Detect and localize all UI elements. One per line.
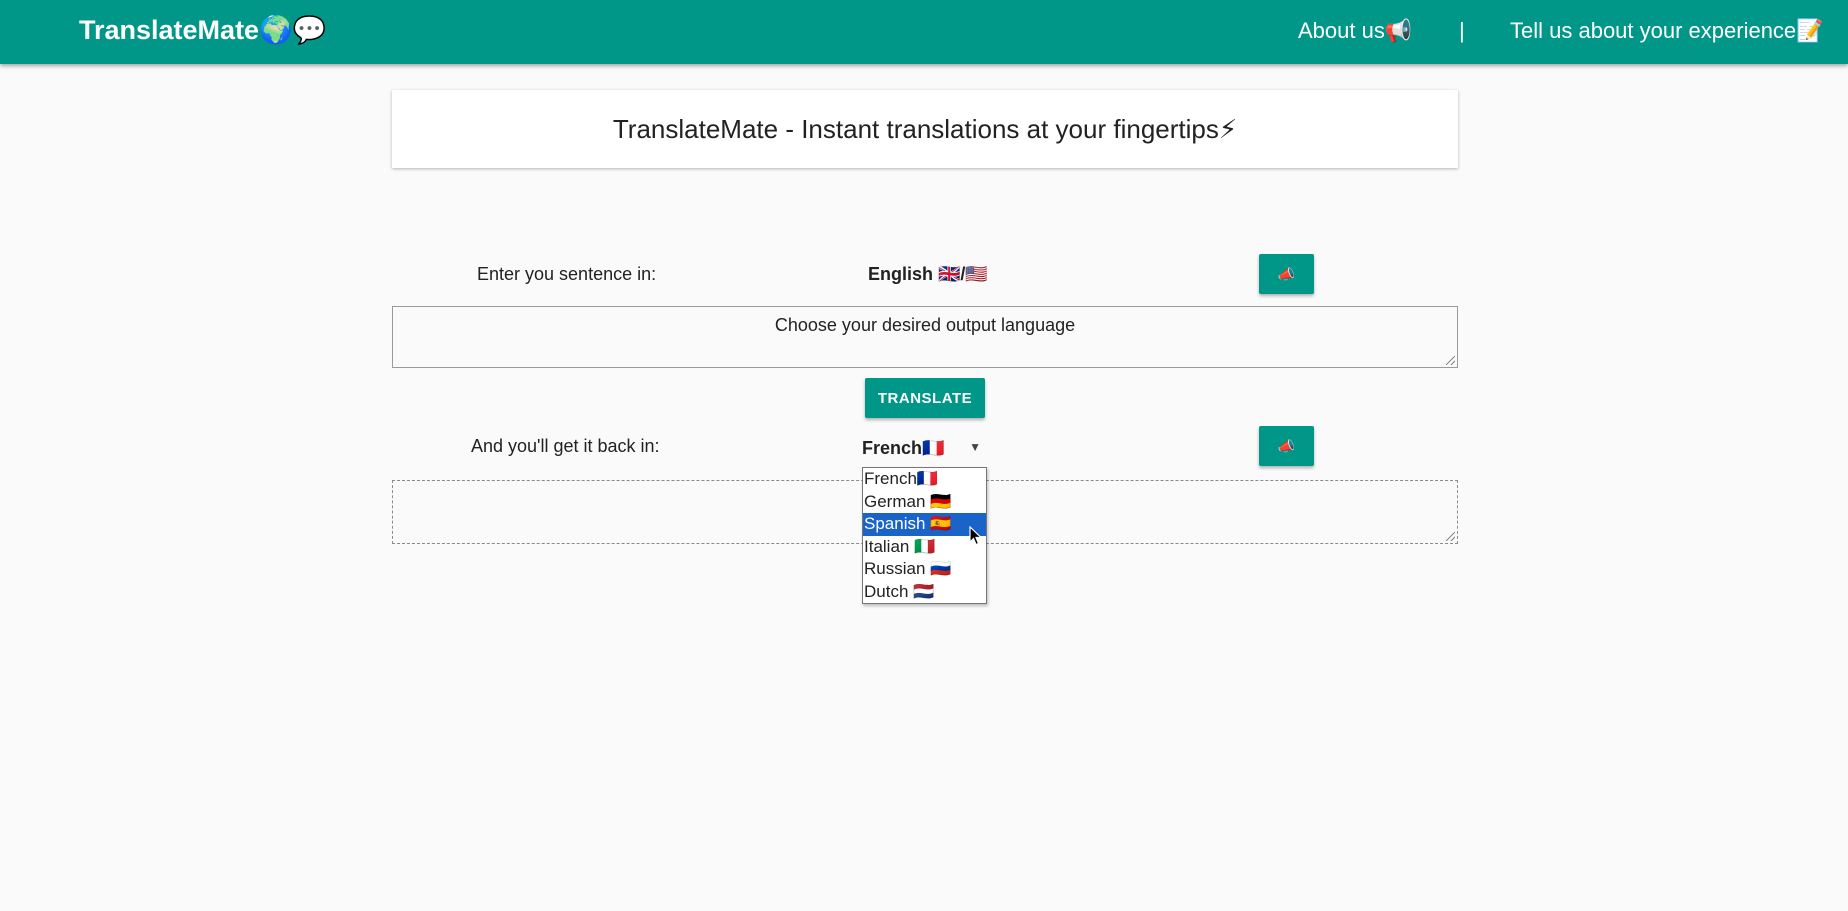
selected-language-value: French🇫🇷 <box>862 438 945 458</box>
resize-handle-icon[interactable] <box>1446 532 1455 541</box>
speak-output-button[interactable]: 📣 <box>1259 426 1314 466</box>
nav-about-us-link[interactable]: About us📢 <box>1298 18 1412 44</box>
dropdown-option-french[interactable]: French🇫🇷 <box>863 468 986 491</box>
output-language-select[interactable]: French🇫🇷 ▼ <box>862 434 987 470</box>
resize-handle-icon[interactable] <box>1446 356 1455 365</box>
dropdown-option-russian[interactable]: Russian 🇷🇺 <box>863 558 986 581</box>
chevron-down-icon: ▼ <box>969 440 981 454</box>
source-language-name: English 🇬🇧/🇺🇸 <box>868 264 988 284</box>
nav-feedback-link[interactable]: Tell us about your experience📝 <box>1510 18 1824 44</box>
header-card: TranslateMate - Instant translations at … <box>392 90 1458 168</box>
top-navbar: TranslateMate🌍💬 About us📢 | Tell us abou… <box>0 0 1848 64</box>
megaphone-icon: 📣 <box>1277 437 1296 454</box>
source-text-input[interactable]: Choose your desired output language <box>392 306 1458 368</box>
megaphone-icon: 📣 <box>1277 265 1296 282</box>
dropdown-option-dutch[interactable]: Dutch 🇳🇱 <box>863 581 986 604</box>
nav-separator: | <box>1459 18 1465 43</box>
page-title: TranslateMate - Instant translations at … <box>612 113 1238 144</box>
dropdown-option-spanish[interactable]: Spanish 🇪🇸 <box>863 513 986 536</box>
source-text-value: Choose your desired output language <box>774 315 1076 335</box>
brand-logo[interactable]: TranslateMate🌍💬 <box>79 14 326 46</box>
dropdown-option-italian[interactable]: Italian 🇮🇹 <box>863 536 986 559</box>
translate-button[interactable]: TRANSLATE <box>865 378 985 418</box>
dropdown-option-german[interactable]: German 🇩🇪 <box>863 491 986 514</box>
speak-input-button[interactable]: 📣 <box>1259 254 1314 294</box>
output-language-label: And you'll get it back in: <box>471 436 660 456</box>
mouse-pointer-icon <box>969 526 983 546</box>
input-language-label: Enter you sentence in: <box>477 264 657 284</box>
